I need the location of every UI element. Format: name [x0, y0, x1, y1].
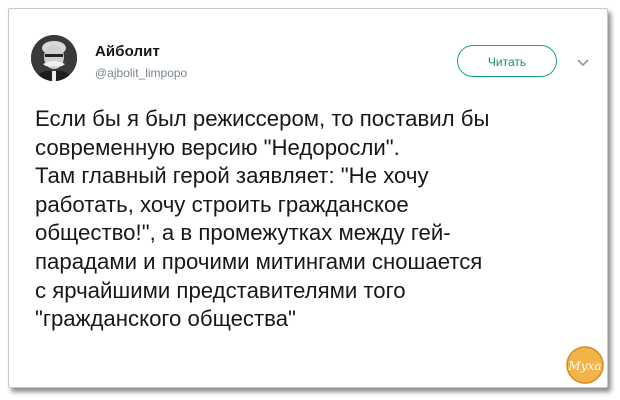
tweet-text-line: современную версию "Недоросли".: [35, 134, 400, 160]
tweet-text: Если бы я был режиссером, то поставил бы…: [35, 105, 595, 334]
tweet-text-line: "гражданского общества": [35, 306, 296, 332]
follow-button[interactable]: Читать: [457, 45, 557, 77]
watermark-logo: Муха: [566, 346, 604, 384]
tweet-text-line: с ярчайшими представителями того: [35, 277, 406, 303]
watermark-logo-text: Муха: [567, 359, 601, 373]
tweet-text-line: общество!", а в промежутках между гей-: [35, 220, 451, 246]
tweet-text-line: работать, хочу строить гражданское: [35, 191, 409, 217]
tweet-card: Айболит @ajbolit_limpopo Читать Если бы …: [8, 8, 608, 388]
tweet-text-line: парадами и прочими митингами сношается: [35, 248, 483, 274]
tweet-text-line: Там главный герой заявляет: "Не хочу: [35, 163, 429, 189]
author-name[interactable]: Айболит: [95, 43, 160, 60]
chevron-down-icon[interactable]: [577, 59, 589, 67]
avatar-portrait-icon: [31, 35, 77, 81]
author-avatar[interactable]: [31, 35, 77, 81]
tweet-text-line: Если бы я был режиссером, то поставил бы: [35, 106, 490, 131]
author-handle[interactable]: @ajbolit_limpopo: [95, 66, 187, 80]
